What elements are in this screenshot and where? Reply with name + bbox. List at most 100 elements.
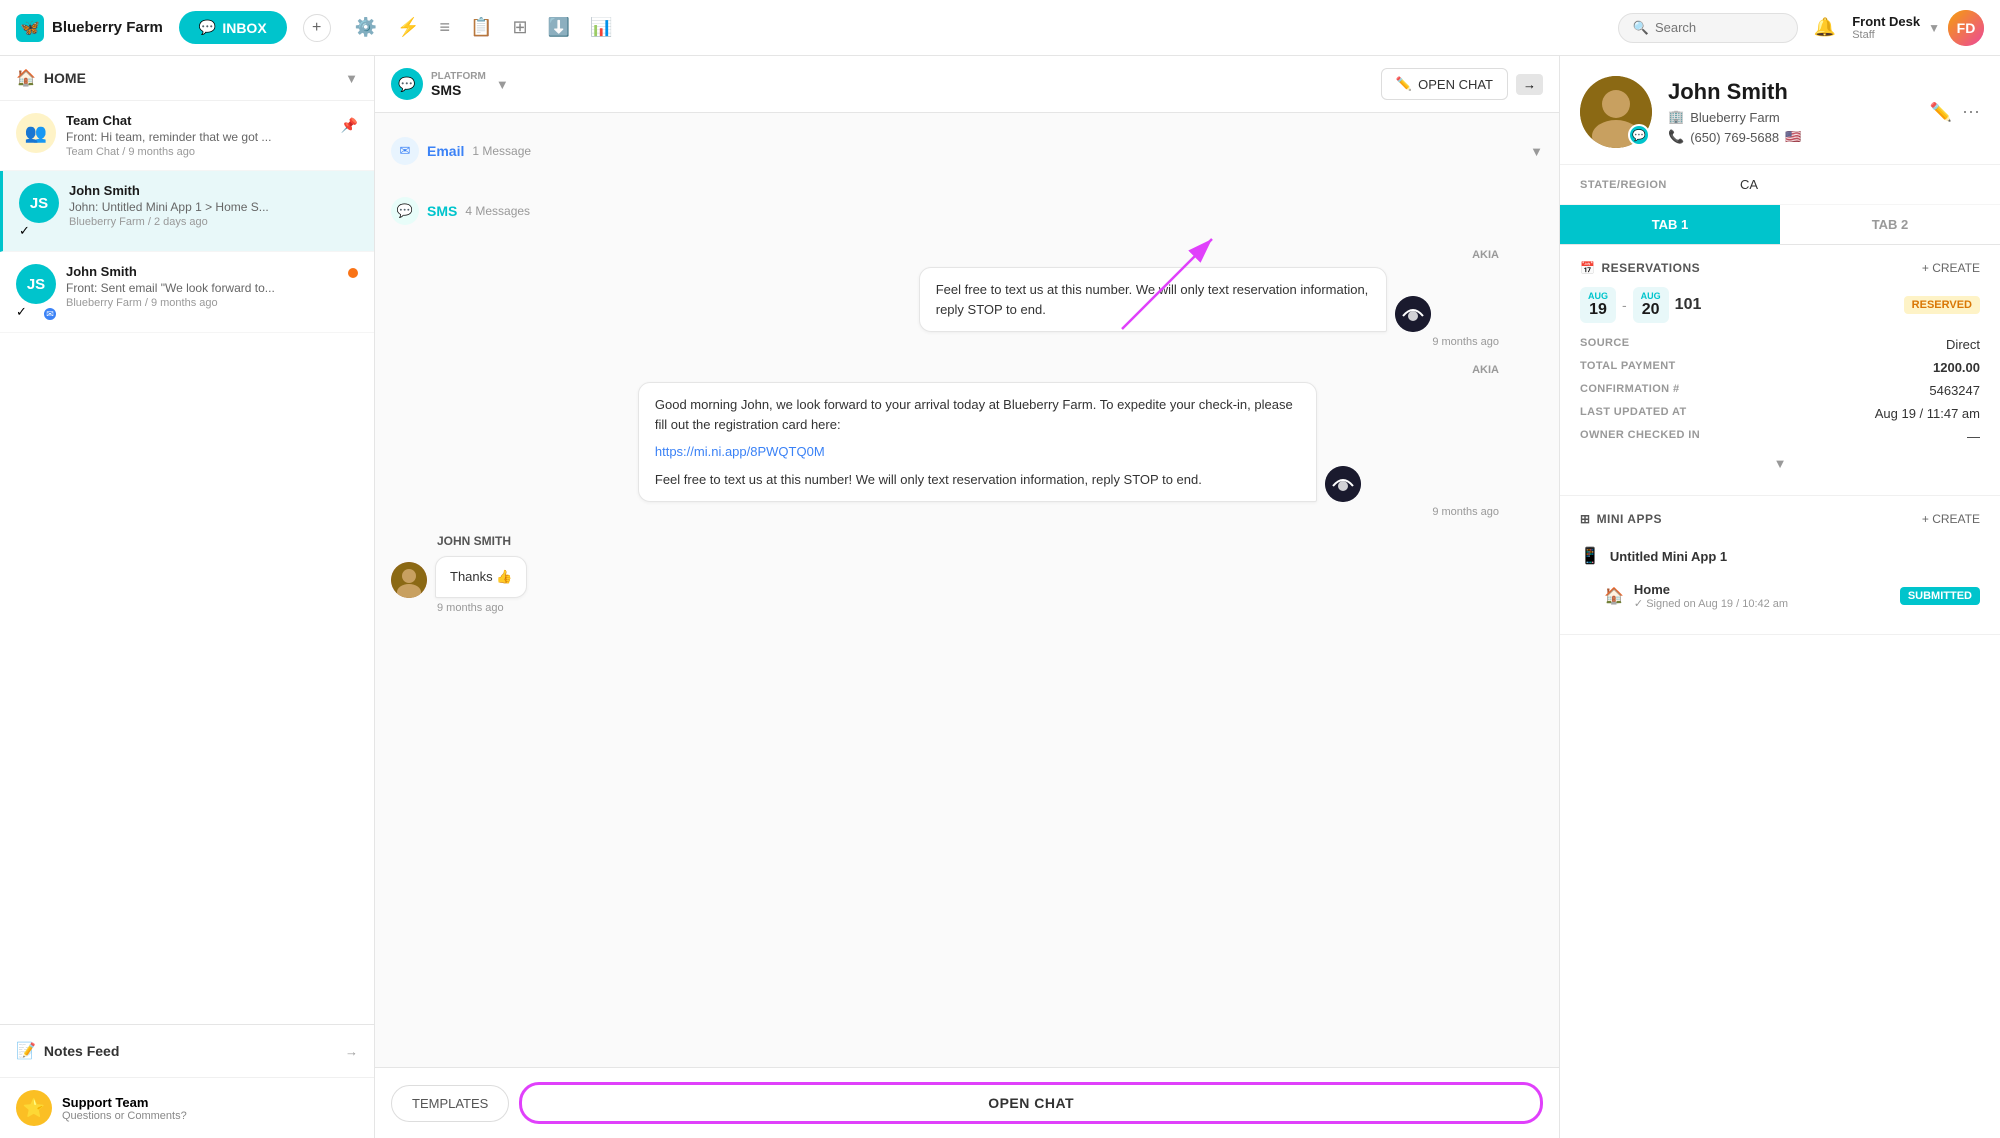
user-avatar: FD: [1948, 10, 1984, 46]
open-chat-main-button[interactable]: OPEN CHAT: [519, 1082, 1543, 1124]
home-menu-item[interactable]: 🏠 HOME ▼: [0, 56, 374, 101]
conv-avatar: 👥: [16, 113, 56, 153]
building-icon: 🏢: [1668, 109, 1684, 125]
contact-phone: 📞 (650) 769-5688 🇺🇸: [1668, 129, 1914, 145]
contact-company: 🏢 Blueberry Farm: [1668, 109, 1914, 125]
mini-apps-section: ⊞ MINI APPS + CREATE 📱 Untitled Mini App…: [1560, 496, 2000, 635]
res-start-date: AUG 19: [1580, 287, 1616, 323]
chat-panel: 💬 PLATFORM SMS ▼ ✏️ OPEN CHAT → ✉ Email …: [375, 56, 1560, 1138]
tab-1[interactable]: TAB 1: [1560, 205, 1780, 244]
nav-icon-4[interactable]: 📋: [470, 17, 492, 38]
chevron-down-icon: ▼: [1928, 21, 1940, 35]
open-chat-header-button[interactable]: ✏️ OPEN CHAT: [1381, 68, 1508, 100]
top-navigation: 🦋 Blueberry Farm 💬 INBOX + ⚙️ ⚡ ≡ 📋 ⊞ ⬇️…: [0, 0, 2000, 56]
flag-icon: 🇺🇸: [1785, 129, 1801, 145]
sms-section-header[interactable]: 💬 SMS 4 Messages: [391, 189, 1543, 233]
email-section-header[interactable]: ✉ Email 1 Message ▼: [391, 129, 1543, 173]
reservations-title: 📅 RESERVATIONS: [1580, 261, 1700, 275]
conversation-item[interactable]: JS ✓ ✉ John Smith Front: Sent email "We …: [0, 252, 374, 333]
templates-button[interactable]: TEMPLATES: [391, 1085, 509, 1122]
message-bubble: Thanks 👍: [435, 556, 527, 598]
message-bubble: Good morning John, we look forward to yo…: [638, 382, 1317, 502]
conversation-item[interactable]: JS ✓ John Smith John: Untitled Mini App …: [0, 171, 374, 252]
channel-icon: 💬: [391, 68, 423, 100]
notification-bell[interactable]: 🔔: [1814, 17, 1836, 38]
app-logo: 🦋 Blueberry Farm: [16, 14, 163, 42]
akia-avatar: [1395, 296, 1431, 332]
home-icon: 🏠: [16, 68, 36, 88]
res-payment-row: TOTAL PAYMENT 1200.00: [1580, 356, 1980, 379]
mini-apps-title: ⊞ MINI APPS: [1580, 512, 1662, 526]
outgoing-message-main: AKIA Good morning John, we look forward …: [391, 364, 1543, 518]
svg-text:FD: FD: [1957, 20, 1976, 36]
conversation-item[interactable]: 👥 Team Chat Front: Hi team, reminder tha…: [0, 101, 374, 171]
phone-icon: 📞: [1668, 129, 1684, 145]
open-chat-arrow[interactable]: →: [1516, 74, 1543, 95]
section-chevron-icon: ▼: [1530, 144, 1543, 159]
edit-contact-button[interactable]: ✏️: [1930, 102, 1952, 123]
create-mini-app-button[interactable]: + CREATE: [1922, 512, 1980, 526]
add-button[interactable]: +: [303, 14, 331, 42]
message-bubble: Feel free to text us at this number. We …: [919, 267, 1387, 332]
chat-header: 💬 PLATFORM SMS ▼ ✏️ OPEN CHAT →: [375, 56, 1559, 113]
contact-header: 💬 John Smith 🏢 Blueberry Farm 📞 (650) 76…: [1560, 56, 2000, 165]
nav-icon-3[interactable]: ≡: [440, 17, 451, 38]
home-app-icon: 🏠: [1604, 586, 1624, 606]
reservation-card: AUG 19 - AUG 20 101 RESERVED SOURCE Dire…: [1580, 287, 1980, 448]
create-reservation-button[interactable]: + CREATE: [1922, 261, 1980, 275]
logo-icon: 🦋: [16, 14, 44, 42]
chevron-down-icon: ▼: [345, 71, 358, 86]
search-input[interactable]: [1655, 20, 1785, 35]
right-panel: 💬 John Smith 🏢 Blueberry Farm 📞 (650) 76…: [1560, 56, 2000, 1138]
mini-app-item: 📱 Untitled Mini App 1: [1580, 538, 1980, 574]
channel-chevron-icon[interactable]: ▼: [496, 77, 509, 92]
akia-avatar: [1325, 466, 1361, 502]
tab-row: TAB 1 TAB 2: [1560, 205, 2000, 245]
nav-icon-7[interactable]: 📊: [590, 17, 612, 38]
res-end-date: AUG 20: [1633, 287, 1669, 323]
unread-indicator: [348, 268, 358, 278]
email-icon: ✉: [391, 137, 419, 165]
support-avatar: ⭐: [16, 1090, 52, 1126]
nav-icon-5[interactable]: ⊞: [512, 17, 527, 38]
contact-badge-icon: 💬: [1628, 124, 1650, 146]
nav-icon-6[interactable]: ⬇️: [548, 17, 570, 38]
res-owner-row: OWNER CHECKED IN —: [1580, 425, 1980, 448]
reserved-badge: RESERVED: [1904, 296, 1980, 314]
nav-icon-1[interactable]: ⚙️: [355, 17, 377, 38]
conv-avatar: JS: [19, 183, 59, 223]
support-team-item[interactable]: ⭐ Support Team Questions or Comments?: [0, 1077, 374, 1138]
expand-reservation-icon[interactable]: ▼: [1580, 448, 1980, 479]
inbox-button[interactable]: 💬 INBOX: [179, 11, 287, 44]
arrow-right-icon: →: [345, 1044, 358, 1059]
res-updated-row: LAST UPDATED AT Aug 19 / 11:47 am: [1580, 402, 1980, 425]
conv-avatar: JS: [16, 264, 56, 304]
reservations-section: 📅 RESERVATIONS + CREATE AUG 19 - AUG 20: [1560, 245, 2000, 496]
submitted-badge: SUBMITTED: [1900, 587, 1980, 605]
more-options-button[interactable]: ⋯: [1962, 102, 1980, 123]
left-sidebar: 🏠 HOME ▼ 👥 Team Chat Front: Hi team, rem…: [0, 56, 375, 1138]
chat-messages: ✉ Email 1 Message ▼ 💬 SMS 4 Messages AKI…: [375, 113, 1559, 1067]
outgoing-message: AKIA Feel free to text us at this number…: [391, 249, 1543, 348]
reservation-link[interactable]: https://mi.ni.app/8PWQTQ0M: [655, 444, 825, 459]
notes-feed-link[interactable]: 📝 Notes Feed →: [0, 1025, 374, 1077]
user-menu[interactable]: Front Desk Staff ▼ FD: [1852, 10, 1984, 46]
calendar-icon: 📅: [1580, 261, 1595, 275]
res-source-row: SOURCE Direct: [1580, 333, 1980, 356]
tab-2[interactable]: TAB 2: [1780, 205, 2000, 244]
nav-icons: ⚙️ ⚡ ≡ 📋 ⊞ ⬇️ 📊: [355, 17, 613, 38]
nav-icon-2[interactable]: ⚡: [397, 17, 419, 38]
conversation-list: 👥 Team Chat Front: Hi team, reminder tha…: [0, 101, 374, 1024]
apps-grid-icon: ⊞: [1580, 512, 1591, 526]
chat-footer: TEMPLATES OPEN CHAT: [375, 1067, 1559, 1138]
sidebar-footer: 📝 Notes Feed → ⭐ Support Team Questions …: [0, 1024, 374, 1138]
res-confirmation-row: CONFIRMATION # 5463247: [1580, 379, 1980, 402]
sms-icon: 💬: [391, 197, 419, 225]
mini-app-sub-item: 🏠 Home ✓ Signed on Aug 19 / 10:42 am SUB…: [1604, 574, 1980, 618]
search-box: 🔍: [1618, 13, 1798, 43]
email-badge-icon: ✉: [42, 306, 58, 322]
contact-field-row: STATE/REGION CA: [1560, 165, 2000, 205]
contact-name: John Smith: [1668, 79, 1914, 105]
search-icon: 🔍: [1633, 20, 1649, 36]
john-avatar: [391, 562, 427, 598]
